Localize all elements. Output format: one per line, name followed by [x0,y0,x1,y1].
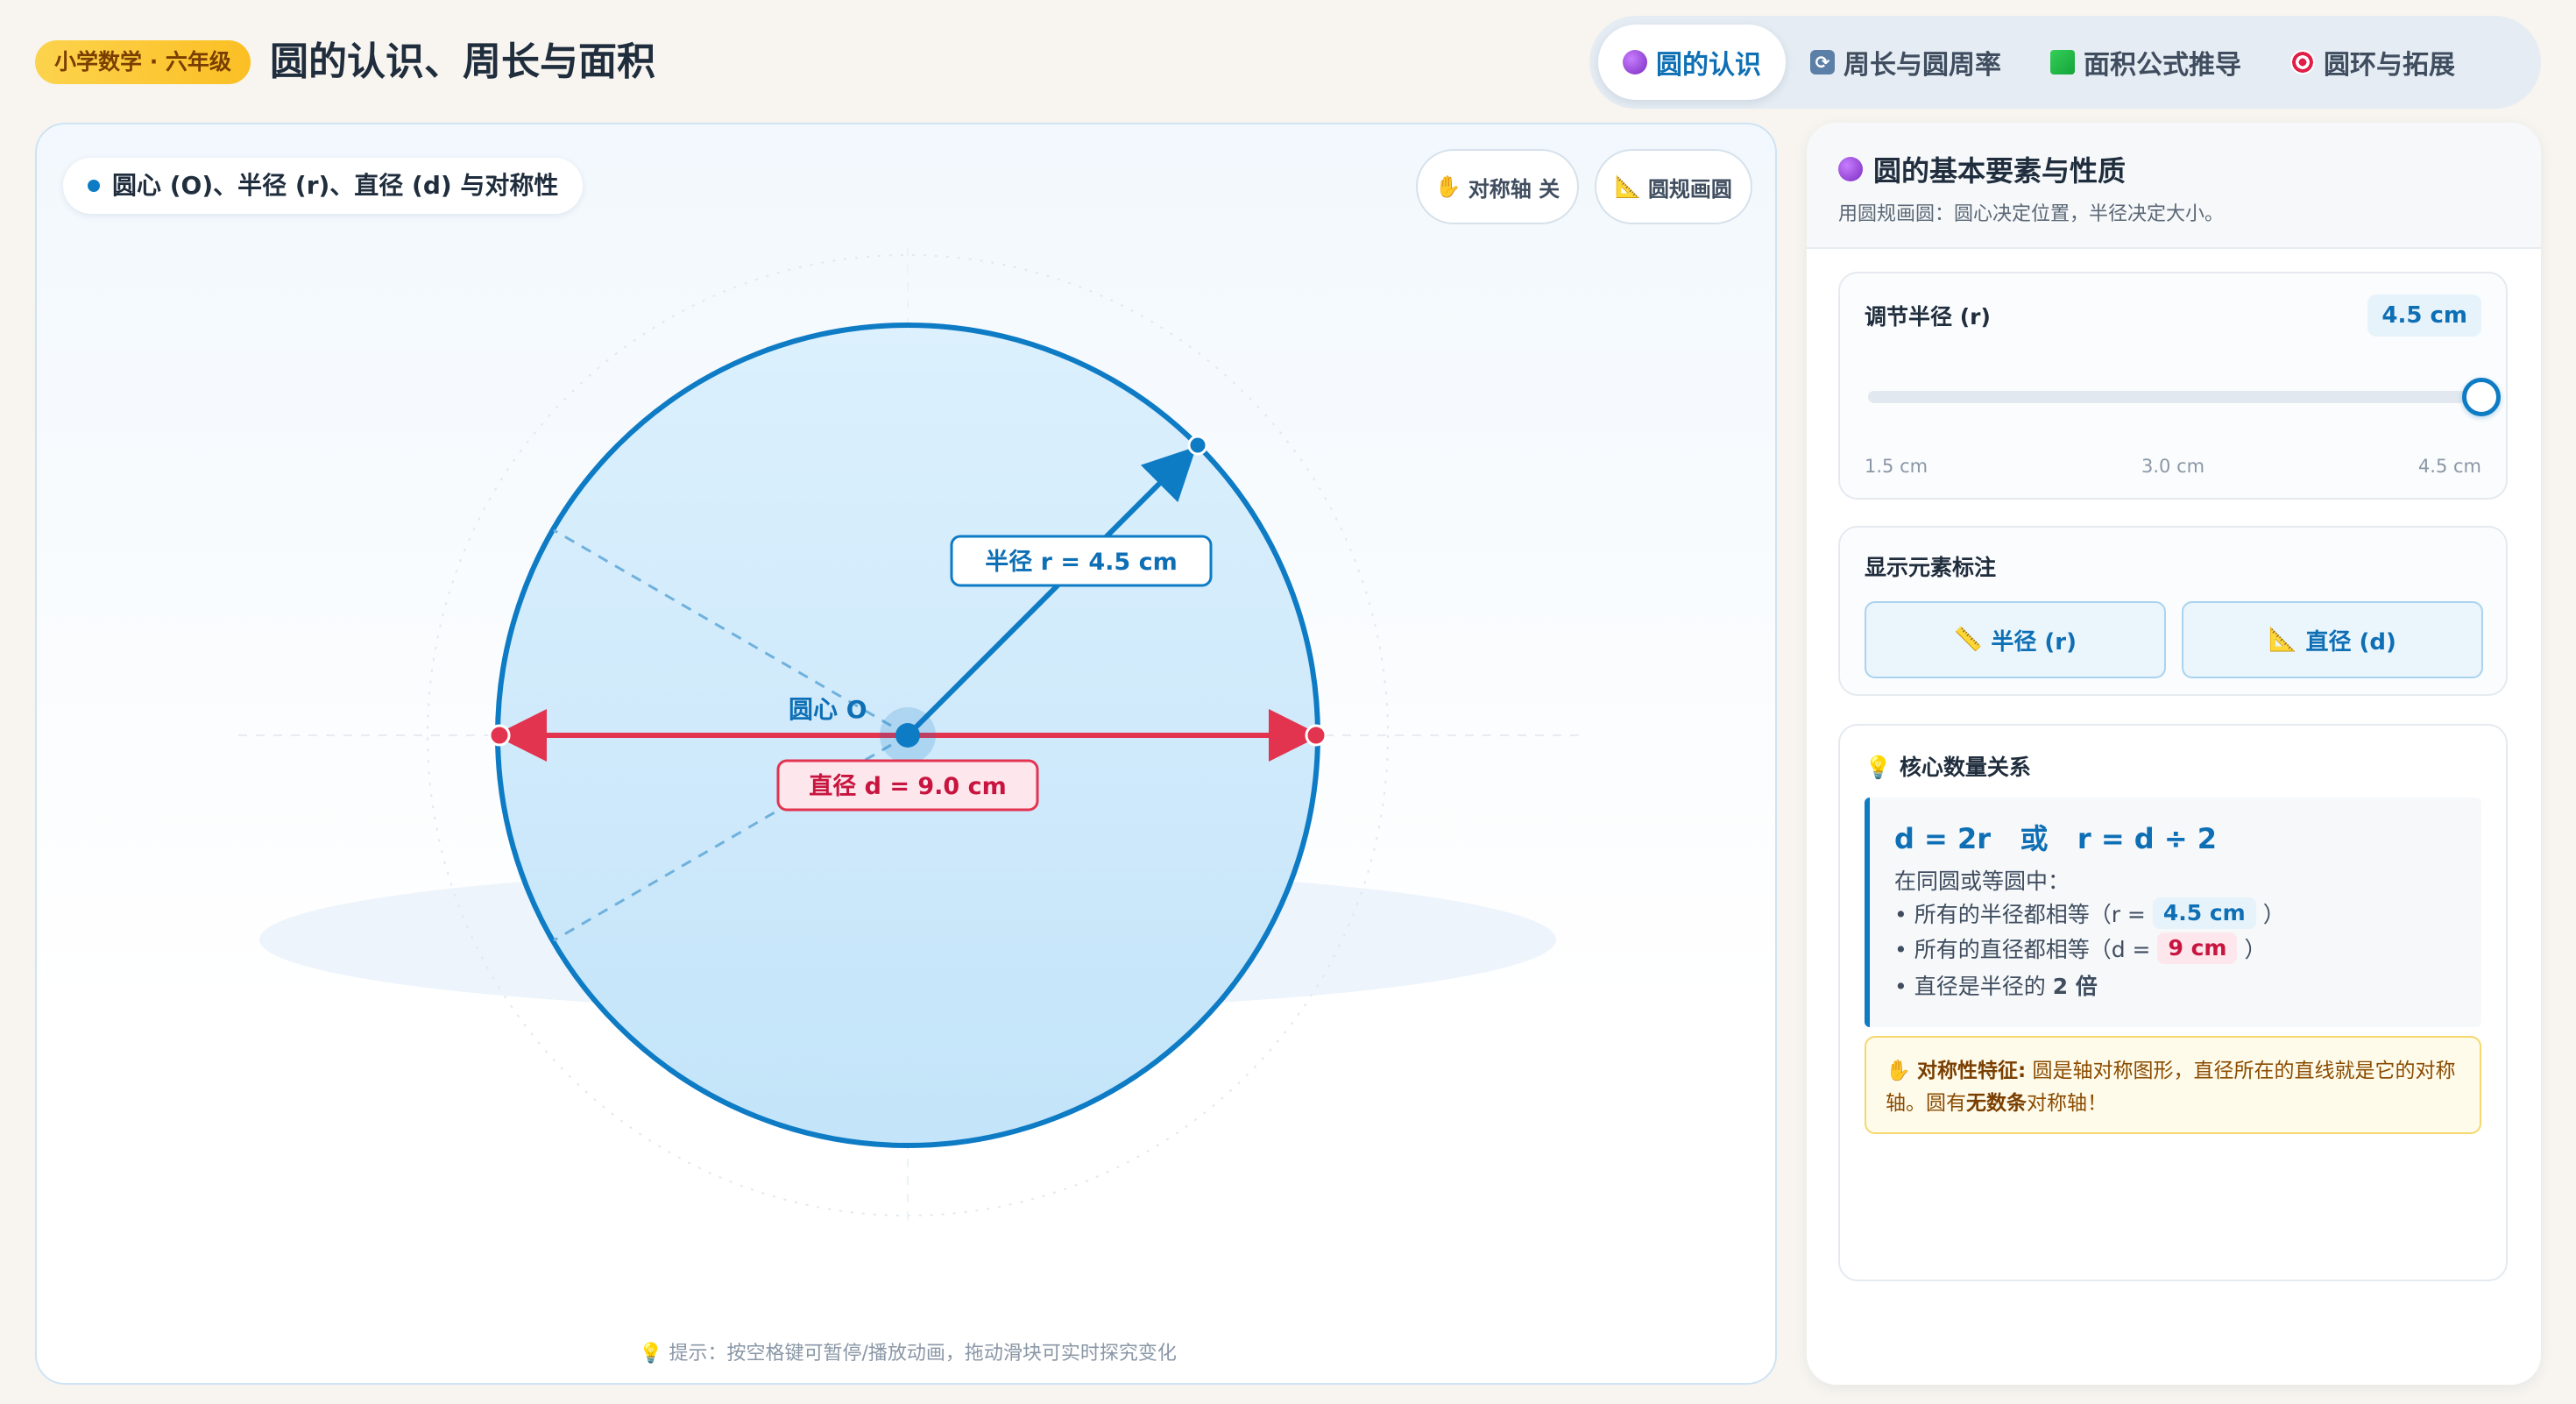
compass-button-label: 圆规画圆 [1647,176,1732,202]
lightbulb-icon: 💡 [1865,755,1893,780]
tab-area-formula[interactable]: 面积公式推导 [2026,25,2266,100]
diameter-line-suffix: ） [2244,937,2267,962]
symmetry-feature-bold: 无数条 [1966,1092,2027,1115]
radius-line-prefix: • 所有的半径都相等（r = [1894,902,2146,927]
formula-diameter-line: • 所有的直径都相等（d = 9 cm ） [1894,932,2266,964]
diameter-toggle-label: 直径 (d) [2305,628,2396,656]
canvas-section-label: 圆心 (O)、半径 (r)、直径 (d) 与对称性 [63,158,584,214]
formula-box: d = 2r 或 r = d ÷ 2 在同圆或等圆中： • 所有的半径都相等（r… [1865,798,2481,1027]
diameter-endpoint-right[interactable] [1305,724,1327,747]
center-point[interactable] [895,723,920,748]
element-label-toggle-card: 显示元素标注 📏 半径 (r) 📐 直径 (d) [1838,526,2508,696]
diameter-label: 直径 d = 9.0 cm [809,773,1007,800]
diameter-endpoint-left[interactable] [488,724,511,747]
grade-badge: 小学数学 · 六年级 [35,40,251,84]
radius-slider-card: 调节半径 (r) 4.5 cm 1.5 cm 3.0 cm 4.5 cm [1838,272,2508,500]
hint-text: 💡 提示：按空格键可暂停/播放动画，拖动滑块可实时探究变化 [37,1337,1775,1365]
green-square-icon [2050,50,2075,74]
target-icon [2290,50,2315,74]
tab-annulus[interactable]: 圆环与拓展 [2266,25,2480,100]
symmetry-button-label: 对称轴 关 [1468,176,1560,202]
slider-tick-max: 4.5 cm [2417,456,2481,477]
ruler-icon: 📏 [1953,627,1983,653]
tab-bar: 圆的认识 ⟳ 周长与圆周率 面积公式推导 圆环与拓展 [1589,16,2541,109]
tab-label: 圆的认识 [1656,50,1761,81]
side-panel-header: 圆的基本要素与性质 用圆规画圆：圆心决定位置，半径决定大小。 [1807,123,2541,249]
radius-endpoint[interactable] [1187,435,1208,456]
hint-label: 提示：按空格键可暂停/播放动画，拖动滑块可实时探究变化 [669,1343,1177,1365]
purple-circle-icon [1838,157,1863,181]
center-label: 圆心 O [789,695,867,724]
relation-card-title: 核心数量关系 [1899,755,2031,780]
diameter-line-prefix: • 所有的直径都相等（d = [1894,937,2151,962]
symmetry-feature-box: ✋ 对称性特征: 圆是轴对称图形，直径所在的直线就是它的对称轴。圆有无数条对称轴… [1865,1036,2481,1134]
radius-slider-knob[interactable] [2462,378,2501,416]
lightbulb-icon: 💡 [639,1343,663,1365]
radius-value-badge: 4.5 cm [2367,294,2481,337]
radius-value-chip: 4.5 cm [2152,897,2256,929]
radius-slider-track[interactable] [1868,391,2481,403]
tab-label: 圆环与拓展 [2324,50,2455,81]
circle-canvas[interactable]: 圆心 O 半径 r = 4.5 cm 直径 d = 9.0 cm [37,124,1777,1385]
slider-tick-mid: 3.0 cm [2141,456,2205,477]
page-title: 圆的认识、周长与面积 [270,39,655,84]
relation-card-label: 💡 核心数量关系 [1865,750,2031,782]
slider-tick-min: 1.5 cm [1865,456,1928,477]
compass-draw-button[interactable]: 📐 圆规画圆 [1595,149,1752,224]
tab-circumference[interactable]: ⟳ 周长与圆周率 [1786,25,2026,100]
formula-intro: 在同圆或等圆中： [1894,869,2070,894]
ratio-line-prefix: • 直径是半径的 [1894,974,2046,999]
triangle-ruler-icon: 📐 [2268,627,2297,653]
symmetry-feature-title: 对称性特征: [1916,1060,2027,1082]
canvas-panel: 圆心 O 半径 r = 4.5 cm 直径 d = 9.0 cm 圆心 (O)、… [35,123,1777,1385]
hand-icon: ✋ [1886,1060,1911,1082]
side-subtitle: 用圆规画圆：圆心决定位置，半径决定大小。 [1838,203,2225,225]
symmetry-feature-text2: 对称轴！ [2027,1092,2107,1115]
header: 小学数学 · 六年级 圆的认识、周长与面积 圆的认识 ⟳ 周长与圆周率 面积公式… [0,0,2576,123]
side-panel: 圆的基本要素与性质 用圆规画圆：圆心决定位置，半径决定大小。 调节半径 (r) … [1807,123,2541,1385]
tab-label: 面积公式推导 [2084,50,2241,81]
tab-circle-basics[interactable]: 圆的认识 [1598,25,1786,100]
radius-line-suffix: ） [2262,902,2285,927]
side-title-text: 圆的基本要素与性质 [1873,154,2127,188]
radius-toggle-button[interactable]: 📏 半径 (r) [1865,601,2166,678]
formula-main: d = 2r 或 r = d ÷ 2 [1894,822,2218,855]
symmetry-axis-toggle-button[interactable]: ✋ 对称轴 关 [1416,149,1579,224]
ratio-line-bold: 2 倍 [2052,974,2098,999]
formula-ratio-line: • 直径是半径的 2 倍 [1894,969,2098,1001]
toggle-card-label: 显示元素标注 [1865,555,1997,580]
cycle-icon: ⟳ [1810,50,1835,74]
formula-radius-line: • 所有的半径都相等（r = 4.5 cm ） [1894,897,2285,929]
purple-circle-icon [1623,50,1647,74]
hand-icon: ✋ [1434,174,1461,199]
side-title: 圆的基本要素与性质 [1838,149,2126,189]
radius-slider-label: 调节半径 (r) [1865,304,1991,330]
tab-label: 周长与圆周率 [1844,50,2001,81]
core-relation-card: 💡 核心数量关系 d = 2r 或 r = d ÷ 2 在同圆或等圆中： • 所… [1838,724,2508,1281]
diameter-value-chip: 9 cm [2157,932,2238,964]
diameter-toggle-button[interactable]: 📐 直径 (d) [2182,601,2483,678]
radius-toggle-label: 半径 (r) [1991,628,2077,656]
triangle-ruler-icon: 📐 [1615,174,1641,199]
radius-label: 半径 r = 4.5 cm [985,549,1178,576]
